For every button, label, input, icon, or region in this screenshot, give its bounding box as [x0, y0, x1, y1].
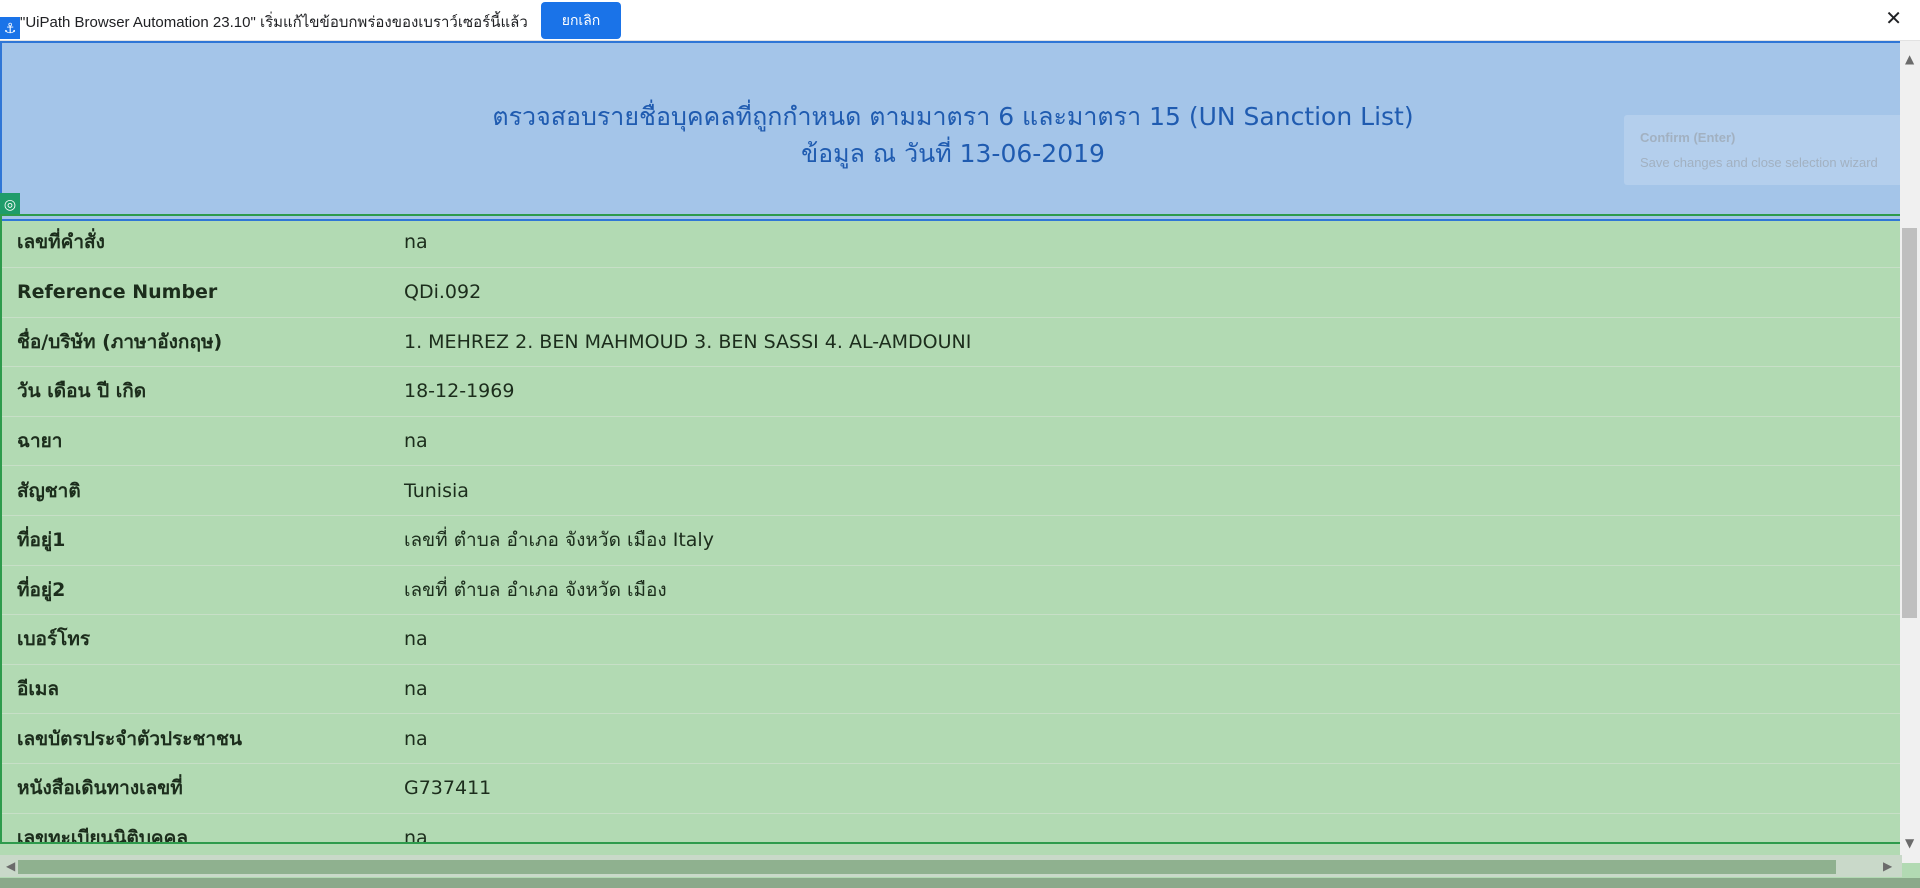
table-row: ที่อยู่1 เลขที่ ตำบล อำเภอ จังหวัด เมือง… [2, 516, 1900, 566]
row-value: na [404, 678, 428, 701]
row-label: หนังสือเดินทางเลขที่ [17, 777, 183, 800]
highlighted-header[interactable]: ตรวจสอบรายชื่อบุคคลที่ถูกกำหนด ตามมาตรา … [0, 41, 1904, 221]
row-label: วัน เดือน ปี เกิด [17, 380, 147, 403]
scroll-down-icon[interactable]: ▼ [1905, 836, 1914, 850]
scroll-up-icon[interactable]: ▲ [1905, 52, 1914, 66]
page-title: ตรวจสอบรายชื่อบุคคลที่ถูกกำหนด ตามมาตรา … [492, 102, 1414, 131]
page-subtitle: ข้อมูล ณ วันที่ 13-06-2019 [801, 139, 1105, 168]
cancel-button[interactable]: ยกเลิก [541, 2, 621, 39]
table-row: เลขทะเบียนนิติบุคคล na [2, 814, 1900, 844]
row-value: Tunisia [404, 479, 469, 502]
row-label: เลขทะเบียนนิติบุคคล [17, 826, 188, 844]
table-row: เบอร์โทร na [2, 615, 1900, 665]
horizontal-scrollbar-thumb[interactable] [18, 860, 1836, 874]
notification-message: "UiPath Browser Automation 23.10" เริ่มแ… [20, 14, 528, 31]
table-row: Reference Number QDi.092 [2, 268, 1900, 318]
table-row: อีเมล na [2, 665, 1900, 715]
table-row: สัญชาติ Tunisia [2, 466, 1900, 516]
debug-notification-bar: ⚓ "UiPath Browser Automation 23.10" เริ่… [0, 0, 1920, 41]
row-label: Reference Number [17, 281, 218, 304]
detail-table[interactable]: เลขที่คำสั่ง na Reference Number QDi.092… [0, 214, 1902, 844]
table-row: เลขบัตรประจำตัวประชาชน na [2, 714, 1900, 764]
row-label: ที่อยู่1 [17, 529, 66, 552]
row-label: อีเมล [17, 678, 60, 701]
row-value: na [404, 430, 428, 453]
row-value: G737411 [404, 777, 492, 800]
tooltip-title: Confirm (Enter) [1640, 130, 1736, 145]
table-row: ที่อยู่2 เลขที่ ตำบล อำเภอ จังหวัด เมือง [2, 566, 1900, 616]
row-value: เลขที่ ตำบล อำเภอ จังหวัด เมือง [404, 578, 667, 601]
row-label: ที่อยู่2 [17, 578, 66, 601]
row-label: เลขบัตรประจำตัวประชาชน [17, 727, 242, 750]
confirm-tooltip: Confirm (Enter) Save changes and close s… [1624, 115, 1904, 185]
row-value: QDi.092 [404, 281, 482, 304]
row-value: na [404, 727, 428, 750]
row-value: 18-12-1969 [404, 380, 515, 403]
scroll-left-icon[interactable]: ◀ [6, 859, 15, 873]
row-value: na [404, 826, 428, 844]
scroll-right-icon[interactable]: ▶ [1883, 859, 1892, 873]
table-row: หนังสือเดินทางเลขที่ G737411 [2, 764, 1900, 814]
close-icon[interactable]: ✕ [1885, 6, 1902, 30]
target-icon[interactable]: ◎ [0, 193, 20, 215]
anchor-icon[interactable]: ⚓ [0, 17, 20, 39]
row-value: na [404, 230, 428, 253]
table-row: ฉายา na [2, 417, 1900, 467]
row-label: เลขที่คำสั่ง [17, 230, 105, 253]
tooltip-text: Save changes and close selection wizard [1640, 155, 1878, 170]
row-label: ฉายา [17, 430, 63, 453]
page-content: ตรวจสอบรายชื่อบุคคลที่ถูกกำหนด ตามมาตรา … [0, 41, 1920, 888]
table-row: วัน เดือน ปี เกิด 18-12-1969 [2, 367, 1900, 417]
row-label: เบอร์โทร [17, 628, 91, 651]
row-value: เลขที่ ตำบล อำเภอ จังหวัด เมือง Italy [404, 529, 714, 552]
vertical-scrollbar-thumb[interactable] [1902, 228, 1917, 618]
row-label: สัญชาติ [17, 479, 81, 502]
row-label: ชื่อ/บริษัท (ภาษาอังกฤษ) [17, 330, 223, 353]
table-row: เลขที่คำสั่ง na [2, 216, 1900, 268]
row-value: na [404, 628, 428, 651]
table-row: ชื่อ/บริษัท (ภาษาอังกฤษ) 1. MEHREZ 2. BE… [2, 318, 1900, 368]
row-value: 1. MEHREZ 2. BEN MAHMOUD 3. BEN SASSI 4.… [404, 330, 972, 353]
taskbar-strip [0, 878, 1920, 888]
